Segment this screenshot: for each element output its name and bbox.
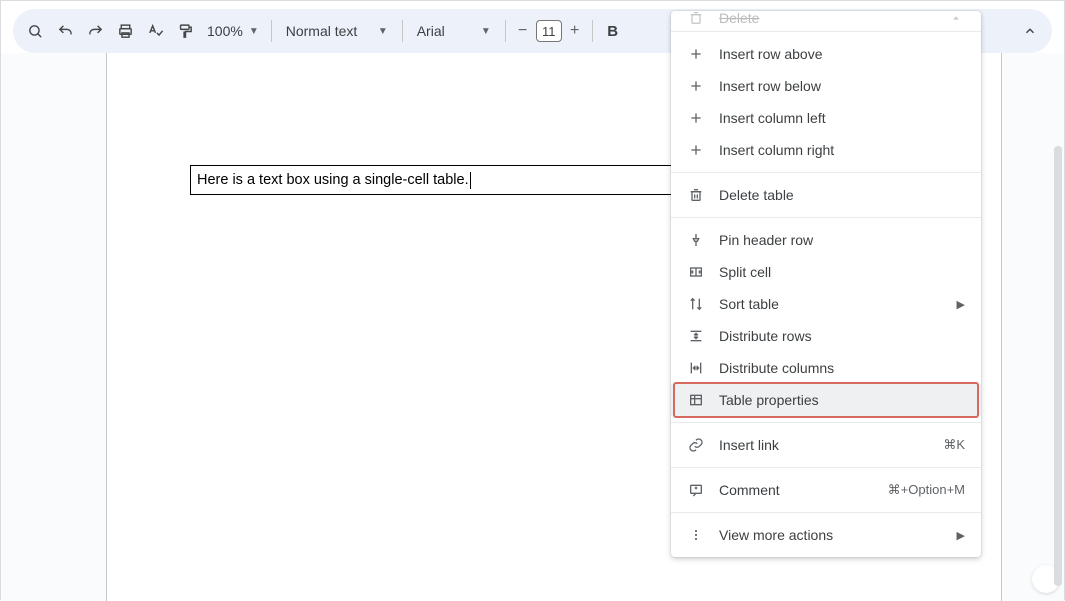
separator xyxy=(592,20,593,42)
separator xyxy=(671,172,981,173)
caret-down-icon: ▼ xyxy=(378,26,388,37)
plus-icon xyxy=(687,109,705,127)
menu-label: Comment xyxy=(719,482,874,498)
menu-shortcut: ⌘+Option+M xyxy=(888,482,965,498)
sort-icon xyxy=(687,295,705,313)
zoom-select[interactable]: 100% ▼ xyxy=(201,23,265,39)
toolbar-expand-icon[interactable] xyxy=(1016,17,1044,45)
menu-item-distribute-cols[interactable]: Distribute columns xyxy=(671,352,981,384)
trash-icon xyxy=(687,186,705,204)
menu-label: View more actions xyxy=(719,527,943,543)
separator xyxy=(271,20,272,42)
menu-item-pin-header[interactable]: Pin header row xyxy=(671,224,981,256)
menu-item-delete-partial[interactable]: Delete xyxy=(671,11,981,25)
font-size-control: − + xyxy=(512,19,586,43)
paragraph-style-select[interactable]: Normal text ▼ xyxy=(278,23,396,39)
menu-label: Insert row below xyxy=(719,78,965,94)
menu-item-insert-row-above[interactable]: Insert row above xyxy=(671,38,981,70)
distribute-rows-icon xyxy=(687,327,705,345)
menu-label: Insert link xyxy=(719,437,929,453)
distribute-cols-icon xyxy=(687,359,705,377)
submenu-arrow-icon: ▶ xyxy=(957,529,965,542)
more-icon xyxy=(687,526,705,544)
search-icon[interactable] xyxy=(21,17,49,45)
delete-icon xyxy=(687,9,705,27)
separator xyxy=(505,20,506,42)
menu-item-insert-col-left[interactable]: Insert column left xyxy=(671,102,981,134)
plus-icon xyxy=(687,45,705,63)
paragraph-style-value: Normal text xyxy=(286,23,372,39)
separator xyxy=(671,422,981,423)
caret-down-icon: ▼ xyxy=(249,26,259,37)
separator xyxy=(671,467,981,468)
font-size-input[interactable] xyxy=(536,20,562,42)
submenu-arrow-icon: ▶ xyxy=(957,298,965,311)
text-caret xyxy=(470,172,471,189)
redo-icon[interactable] xyxy=(81,17,109,45)
menu-label: Delete xyxy=(719,10,933,26)
menu-label: Delete table xyxy=(719,187,965,203)
paint-format-icon[interactable] xyxy=(171,17,199,45)
context-menu: Delete Insert row above Insert row below… xyxy=(671,11,981,557)
separator xyxy=(671,217,981,218)
font-family-select[interactable]: Arial ▼ xyxy=(409,23,499,39)
menu-label: Insert column left xyxy=(719,110,965,126)
menu-label: Distribute rows xyxy=(719,328,965,344)
comment-icon xyxy=(687,481,705,499)
split-cell-icon xyxy=(687,263,705,281)
table-properties-icon xyxy=(687,391,705,409)
menu-item-insert-link[interactable]: Insert link ⌘K xyxy=(671,429,981,461)
separator xyxy=(671,512,981,513)
menu-label: Table properties xyxy=(719,392,965,408)
menu-label: Split cell xyxy=(719,264,965,280)
menu-item-view-more[interactable]: View more actions ▶ xyxy=(671,519,981,551)
print-icon[interactable] xyxy=(111,17,139,45)
menu-label: Sort table xyxy=(719,296,943,312)
menu-item-delete-table[interactable]: Delete table xyxy=(671,179,981,211)
menu-item-insert-col-right[interactable]: Insert column right xyxy=(671,134,981,166)
menu-item-split-cell[interactable]: Split cell xyxy=(671,256,981,288)
undo-icon[interactable] xyxy=(51,17,79,45)
scrollbar-thumb[interactable] xyxy=(1054,146,1062,586)
font-family-value: Arial xyxy=(417,23,475,39)
menu-item-comment[interactable]: Comment ⌘+Option+M xyxy=(671,474,981,506)
menu-label: Insert column right xyxy=(719,142,965,158)
zoom-value: 100% xyxy=(207,23,243,39)
plus-icon xyxy=(687,77,705,95)
menu-item-insert-row-below[interactable]: Insert row below xyxy=(671,70,981,102)
menu-scrollbar[interactable] xyxy=(1054,146,1062,586)
menu-shortcut: ⌘K xyxy=(943,437,965,453)
menu-item-table-properties[interactable]: Table properties xyxy=(671,384,981,416)
caret-down-icon: ▼ xyxy=(481,26,491,37)
menu-item-sort-table[interactable]: Sort table ▶ xyxy=(671,288,981,320)
separator xyxy=(671,31,981,32)
pin-icon xyxy=(687,231,705,249)
chevron-up-icon xyxy=(947,9,965,27)
bold-button[interactable]: B xyxy=(599,17,627,45)
spellcheck-icon[interactable] xyxy=(141,17,169,45)
menu-label: Pin header row xyxy=(719,232,965,248)
separator xyxy=(402,20,403,42)
menu-item-distribute-rows[interactable]: Distribute rows xyxy=(671,320,981,352)
font-size-increase[interactable]: + xyxy=(564,19,586,43)
menu-label: Insert row above xyxy=(719,46,965,62)
plus-icon xyxy=(687,141,705,159)
menu-label: Distribute columns xyxy=(719,360,965,376)
cell-text: Here is a text box using a single-cell t… xyxy=(197,172,469,188)
font-size-decrease[interactable]: − xyxy=(512,19,534,43)
link-icon xyxy=(687,436,705,454)
